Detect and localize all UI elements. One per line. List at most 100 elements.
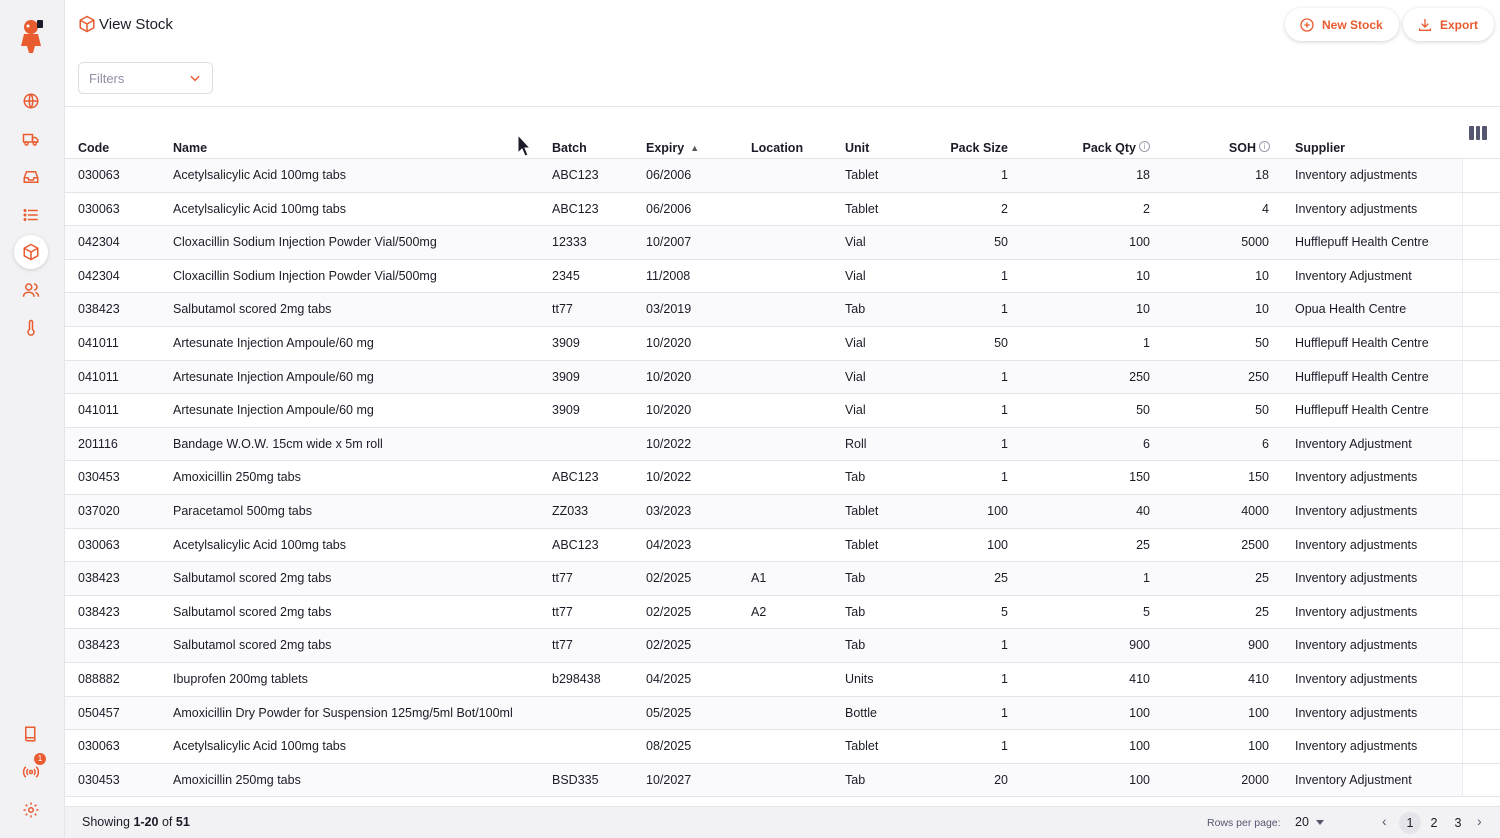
table-row[interactable]: 042304 Cloxacillin Sodium Injection Powde…	[65, 259, 1500, 294]
cell-pack-size: 1	[1001, 268, 1008, 283]
cell-expiry: 11/2008	[646, 268, 691, 283]
cell-name: Salbutamol scored 2mg tabs	[173, 638, 332, 653]
cell-pack-size: 5	[1001, 604, 1008, 619]
row-spacer	[1462, 562, 1500, 595]
cell-unit: Tablet	[845, 537, 879, 552]
sidebar-item-settings[interactable]	[14, 793, 48, 827]
sort-ascending-icon: ▲	[690, 143, 700, 153]
cell-batch: 3909	[552, 369, 580, 384]
export-button[interactable]: Export	[1403, 8, 1495, 41]
caret-down-icon[interactable]	[1316, 820, 1324, 825]
filters-dropdown[interactable]: Filters	[78, 62, 213, 94]
cell-batch: tt77	[552, 638, 573, 653]
column-picker-icon[interactable]	[1469, 126, 1488, 140]
column-header-code[interactable]: Code	[78, 141, 109, 155]
table-row[interactable]: 030063 Acetylsalicylic Acid 100mg tabs ABC…	[65, 192, 1500, 227]
cell-unit: Tablet	[845, 739, 879, 754]
cell-name: Acetylsalicylic Acid 100mg tabs	[173, 739, 346, 754]
page-button-3[interactable]: 3	[1447, 812, 1469, 834]
cell-pack-qty: 100	[1129, 772, 1150, 787]
table-row[interactable]: 050457 Amoxicillin Dry Powder for Suspens…	[65, 696, 1500, 731]
cell-code: 030453	[78, 470, 120, 485]
table-row[interactable]: 030063 Acetylsalicylic Acid 100mg tabs ABC…	[65, 528, 1500, 563]
column-header-pack-size[interactable]: Pack Size	[908, 141, 1008, 155]
sidebar-item-dashboard[interactable]	[14, 84, 48, 118]
cell-supplier: Inventory adjustments	[1295, 537, 1418, 552]
cell-expiry: 10/2027	[646, 772, 692, 787]
table-row[interactable]: 030453 Amoxicillin 250mg tabs BSD335 10/202…	[65, 763, 1500, 798]
table-row[interactable]: 030063 Acetylsalicylic Acid 100mg tabs ABC…	[65, 159, 1500, 193]
column-header-expiry[interactable]: Expiry ▲	[646, 141, 699, 155]
sidebar-item-patients[interactable]	[14, 273, 48, 307]
cell-name: Amoxicillin 250mg tabs	[173, 470, 301, 485]
cell-soh: 150	[1248, 470, 1269, 485]
sidebar-item-distribution[interactable]	[14, 122, 48, 156]
cell-name: Bandage W.O.W. 15cm wide x 5m roll	[173, 436, 383, 451]
cell-unit: Vial	[845, 268, 866, 283]
column-header-name[interactable]: Name	[173, 141, 207, 155]
table-row[interactable]: 042304 Cloxacillin Sodium Injection Powde…	[65, 226, 1500, 260]
page-button-2[interactable]: 2	[1423, 812, 1445, 834]
table-row[interactable]: 041011 Artesunate Injection Ampoule/60 mg…	[65, 360, 1500, 395]
row-spacer	[1462, 595, 1500, 629]
table-row[interactable]: 037020 Paracetamol 500mg tabs ZZ033 03/2023…	[65, 495, 1500, 529]
page-button-1[interactable]: 1	[1399, 812, 1421, 834]
table-row[interactable]: 201116 Bandage W.O.W. 15cm wide x 5m roll…	[65, 427, 1500, 462]
next-page-button[interactable]: ›	[1477, 813, 1482, 829]
column-header-unit[interactable]: Unit	[845, 141, 869, 155]
cell-unit: Roll	[845, 436, 867, 451]
app-logo[interactable]	[16, 16, 46, 54]
cell-soh: 25	[1255, 604, 1269, 619]
cell-supplier: Inventory adjustments	[1295, 201, 1418, 216]
cell-pack-qty: 10	[1136, 302, 1150, 317]
cell-code: 038423	[78, 302, 120, 317]
showing-total: 51	[175, 815, 190, 829]
cell-soh: 2000	[1241, 772, 1269, 787]
cell-name: Paracetamol 500mg tabs	[173, 504, 312, 518]
column-header-soh[interactable]: SOH i	[1170, 141, 1270, 155]
cell-batch: 2345	[552, 268, 580, 283]
mouse-cursor-icon	[517, 134, 531, 157]
new-stock-label: New Stock	[1322, 17, 1383, 32]
table-row[interactable]: 038423 Salbutamol scored 2mg tabs tt77 02/2…	[65, 629, 1500, 663]
cell-soh: 50	[1255, 336, 1269, 350]
sidebar-item-docs[interactable]	[14, 717, 48, 751]
row-spacer	[1462, 763, 1500, 797]
sidebar-item-cold-chain[interactable]	[14, 311, 48, 345]
broadcast-icon	[22, 766, 40, 778]
cell-code: 042304	[78, 235, 120, 250]
column-header-location[interactable]: Location	[751, 141, 803, 155]
cell-supplier: Inventory adjustments	[1295, 604, 1418, 619]
table-row[interactable]: 030063 Acetylsalicylic Acid 100mg tabs 08/…	[65, 730, 1500, 764]
table-row[interactable]: 041011 Artesunate Injection Ampoule/60 mg…	[65, 394, 1500, 428]
table-row[interactable]: 038423 Salbutamol scored 2mg tabs tt77 02/2…	[65, 562, 1500, 596]
cell-pack-size: 1	[1001, 302, 1008, 317]
thermometer-icon	[27, 319, 35, 336]
sidebar-item-inventory[interactable]	[14, 235, 48, 269]
new-stock-button[interactable]: New Stock	[1285, 8, 1399, 41]
sidebar-item-sync[interactable]: 1	[14, 753, 48, 789]
sidebar-item-catalogue[interactable]	[14, 198, 48, 232]
cell-batch: ABC123	[552, 470, 599, 485]
rows-per-page-select[interactable]: 20	[1295, 815, 1309, 829]
table-row[interactable]: 030453 Amoxicillin 250mg tabs ABC123 10/202…	[65, 461, 1500, 495]
table-row[interactable]: 088882 Ibuprofen 200mg tablets b298438 04/2…	[65, 663, 1500, 697]
sidebar-item-replenishment[interactable]	[14, 160, 48, 194]
cell-name: Acetylsalicylic Acid 100mg tabs	[173, 201, 346, 216]
cell-supplier: Inventory adjustments	[1295, 571, 1418, 586]
export-label: Export	[1440, 17, 1479, 32]
table-row[interactable]: 041011 Artesunate Injection Ampoule/60 mg…	[65, 327, 1500, 361]
table-row[interactable]: 038423 Salbutamol scored 2mg tabs tt77 02/2…	[65, 595, 1500, 630]
cell-unit: Tab	[845, 638, 866, 653]
previous-page-button[interactable]: ‹	[1382, 813, 1387, 829]
column-header-batch[interactable]: Batch	[552, 141, 587, 155]
column-header-supplier[interactable]: Supplier	[1295, 141, 1345, 155]
cell-unit: Tab	[845, 470, 866, 485]
cell-pack-qty: 5	[1143, 604, 1150, 619]
table-row[interactable]: 038423 Salbutamol scored 2mg tabs tt77 03/2…	[65, 293, 1500, 327]
cell-pack-size: 100	[987, 537, 1008, 552]
cell-pack-qty: 25	[1136, 537, 1150, 552]
cell-pack-qty: 100	[1129, 705, 1150, 720]
column-header-pack-qty[interactable]: Pack Qty i	[1050, 141, 1150, 155]
cell-pack-size: 1	[1001, 369, 1008, 384]
